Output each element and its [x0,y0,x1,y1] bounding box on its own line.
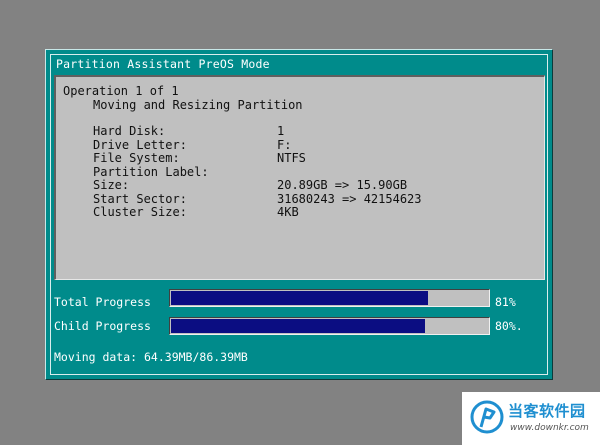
detail-value: F: [277,137,292,152]
detail-value: 4KB [277,205,299,219]
detail-label: Cluster Size: [93,205,187,219]
detail-label: Start Sector: [93,191,187,206]
detail-label: Size: [93,178,130,192]
detail-value: 20.89GB => 15.90GB [277,178,408,192]
detail-row-drive-letter: Drive Letter: F: [93,137,422,153]
operation-details: Hard Disk: 1 Drive Letter: F: File System:… [93,124,422,220]
detail-value: NTFS [277,151,306,165]
preos-dialog: Partition Assistant PreOS Mode Operation… [45,49,553,380]
operation-header: Operation 1 of 1 [63,84,179,98]
detail-row-cluster-size: Cluster Size: 4KB [93,205,422,220]
detail-row-start-sector: Start Sector: 31680243 => 42154623 [93,191,422,207]
detail-row-partition-label: Partition Label: [93,164,422,180]
watermark-url: www.downkr.com [510,423,589,433]
operation-info-panel: Operation 1 of 1 Moving and Resizing Par… [54,75,545,280]
watermark-text: 当客软件园 [508,402,586,420]
detail-label: Drive Letter: [93,137,187,152]
watermark-logo: 当客软件园 www.downkr.com [462,392,600,445]
child-progress-bar [169,317,490,335]
total-progress-percent: 81% [495,295,516,309]
total-progress-label: Total Progress [54,295,151,309]
detail-row-file-system: File System: NTFS [93,151,422,166]
child-progress-fill [171,319,425,333]
child-progress-label: Child Progress [54,319,151,333]
operation-description: Moving and Resizing Partition [93,98,303,112]
dialog-title: Partition Assistant PreOS Mode [56,57,270,71]
detail-value: 31680243 => 42154623 [277,191,422,206]
detail-row-size: Size: 20.89GB => 15.90GB [93,178,422,193]
total-progress-bar [169,289,490,307]
detail-row-hard-disk: Hard Disk: 1 [93,124,422,139]
detail-label: Hard Disk: [93,124,166,138]
child-progress-percent: 80%. [495,319,523,333]
detail-label: File System: [93,151,180,165]
detail-value: 1 [277,124,285,138]
detail-label: Partition Label: [93,164,209,179]
status-text: Moving data: 64.39MB/86.39MB [54,350,248,364]
watermark-icon [470,400,504,434]
total-progress-fill [171,291,428,305]
